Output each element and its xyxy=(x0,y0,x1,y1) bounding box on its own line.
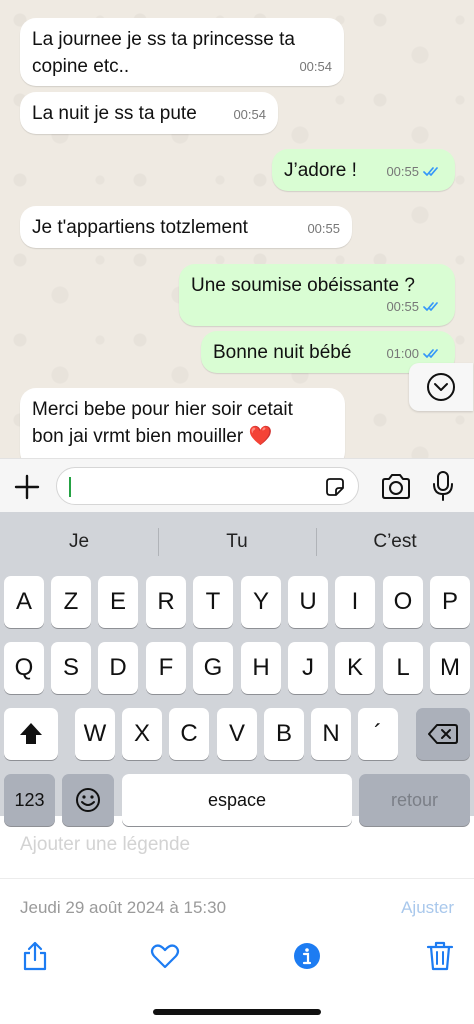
key-y[interactable]: Y xyxy=(241,576,281,628)
key-s[interactable]: S xyxy=(51,642,91,694)
message-bubble[interactable]: Merci bebe pour hier soir cetait bon jai… xyxy=(20,388,345,458)
key-v[interactable]: V xyxy=(217,708,257,760)
message-text: La journee je ss ta princesse ta copine … xyxy=(32,29,295,77)
shift-key[interactable] xyxy=(4,708,58,760)
numbers-key[interactable]: 123 xyxy=(4,774,55,826)
chat-area[interactable]: La journee je ss ta princesse ta copine … xyxy=(0,0,474,458)
message-meta: 00:55 xyxy=(386,293,443,320)
heart-icon[interactable] xyxy=(150,940,180,972)
double-check-icon xyxy=(423,167,438,176)
key-r[interactable]: R xyxy=(146,576,186,628)
keyboard: Je Tu C’est A Z E R T Y U I O P Q S D F … xyxy=(0,512,474,826)
key-i[interactable]: I xyxy=(335,576,375,628)
text-cursor xyxy=(69,477,71,497)
double-check-icon xyxy=(423,302,438,311)
key-f[interactable]: F xyxy=(146,642,186,694)
key-acute-accent[interactable]: ´ xyxy=(358,708,398,760)
key-n[interactable]: N xyxy=(311,708,351,760)
message-meta: 00:54 xyxy=(233,101,266,128)
key-l[interactable]: L xyxy=(383,642,423,694)
info-icon[interactable] xyxy=(292,940,322,972)
divider xyxy=(0,878,474,879)
message-bubble[interactable]: J’adore ! 00:55 xyxy=(272,149,455,191)
caption-input[interactable]: Ajouter une légende xyxy=(20,834,190,856)
message-composer xyxy=(0,458,474,512)
key-o[interactable]: O xyxy=(383,576,423,628)
double-check-icon xyxy=(423,349,438,358)
home-indicator xyxy=(153,1009,321,1015)
suggestion-item[interactable]: Je xyxy=(0,512,158,572)
key-t[interactable]: T xyxy=(193,576,233,628)
photo-date: Jeudi 29 août 2024 à 15:30 xyxy=(20,898,227,917)
backspace-key[interactable] xyxy=(416,708,470,760)
plus-icon[interactable] xyxy=(12,472,42,502)
key-a[interactable]: A xyxy=(4,576,44,628)
key-g[interactable]: G xyxy=(193,642,233,694)
message-text: Merci bebe pour hier soir cetait bon jai… xyxy=(32,399,293,447)
key-b[interactable]: B xyxy=(264,708,304,760)
message-bubble[interactable]: Je t'appartiens totzlement 00:55 xyxy=(20,206,352,248)
message-time: 00:54 xyxy=(233,107,266,122)
key-x[interactable]: X xyxy=(122,708,162,760)
key-d[interactable]: D xyxy=(98,642,138,694)
key-c[interactable]: C xyxy=(169,708,209,760)
message-bubble[interactable]: Une soumise obéissante ? 00:55 xyxy=(179,264,455,326)
message-meta: 00:55 xyxy=(307,215,340,242)
camera-icon[interactable] xyxy=(380,473,412,501)
key-w[interactable]: W xyxy=(75,708,115,760)
backspace-icon xyxy=(428,724,458,744)
key-z[interactable]: Z xyxy=(51,576,91,628)
message-bubble[interactable]: La journee je ss ta princesse ta copine … xyxy=(20,18,344,86)
emoji-key[interactable] xyxy=(62,774,114,826)
message-time: 00:54 xyxy=(299,59,332,74)
return-key[interactable]: retour xyxy=(359,774,470,826)
suggestion-item[interactable]: Tu xyxy=(158,512,316,572)
trash-icon[interactable] xyxy=(425,940,455,972)
key-u[interactable]: U xyxy=(288,576,328,628)
scroll-to-bottom-button[interactable] xyxy=(409,363,473,411)
space-key[interactable]: espace xyxy=(122,774,352,826)
emoji-icon xyxy=(76,788,100,812)
message-text: La nuit je ss ta pute xyxy=(32,103,197,124)
key-q[interactable]: Q xyxy=(4,642,44,694)
key-k[interactable]: K xyxy=(335,642,375,694)
chevron-down-circle-icon xyxy=(427,373,455,401)
suggestion-bar: Je Tu C’est xyxy=(0,512,474,572)
key-h[interactable]: H xyxy=(241,642,281,694)
message-bubble[interactable]: La nuit je ss ta pute 00:54 xyxy=(20,92,278,134)
suggestion-item[interactable]: C’est xyxy=(316,512,474,572)
key-j[interactable]: J xyxy=(288,642,328,694)
key-p[interactable]: P xyxy=(430,576,470,628)
adjust-button[interactable]: Ajuster xyxy=(401,898,454,918)
message-time: 00:55 xyxy=(386,299,419,314)
sticker-icon[interactable] xyxy=(324,476,346,498)
message-input[interactable] xyxy=(56,467,359,505)
microphone-icon[interactable] xyxy=(432,470,454,502)
share-icon[interactable] xyxy=(20,940,50,972)
key-e[interactable]: E xyxy=(98,576,138,628)
key-m[interactable]: M xyxy=(430,642,470,694)
shift-icon xyxy=(20,723,42,744)
message-meta: 00:54 xyxy=(299,53,332,80)
message-text: Je t'appartiens totzlement xyxy=(32,217,248,238)
message-time: 00:55 xyxy=(386,164,419,179)
message-meta: 00:55 xyxy=(386,158,443,185)
message-time: 00:55 xyxy=(307,221,340,236)
